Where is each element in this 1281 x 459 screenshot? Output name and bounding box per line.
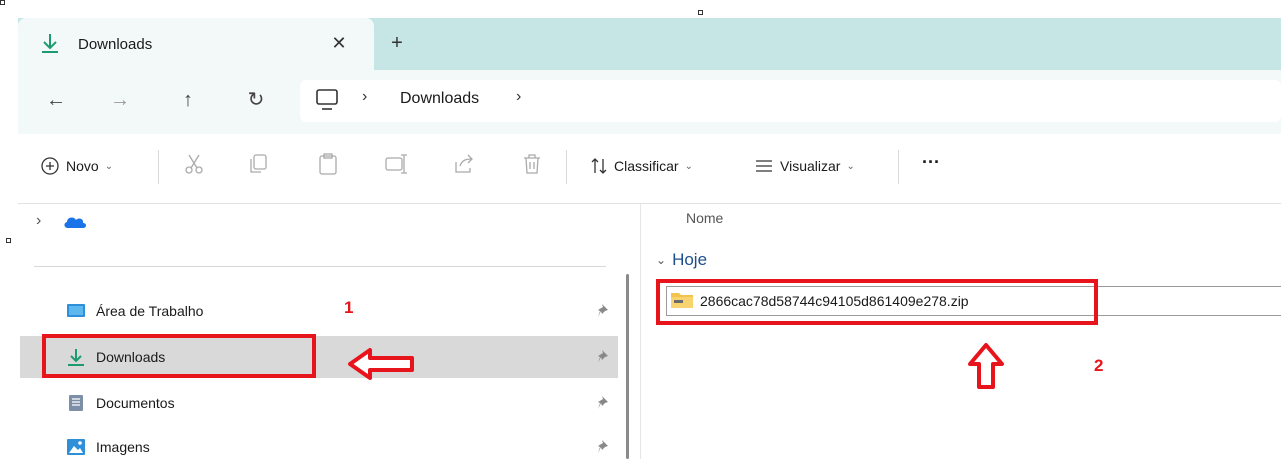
- sidebar-item-desktop[interactable]: Área de Trabalho: [20, 290, 618, 332]
- tab-label: Downloads: [78, 36, 153, 53]
- sidebar-item-label: Documentos: [96, 395, 175, 411]
- sidebar-item-pictures[interactable]: Imagens: [20, 426, 618, 459]
- delete-icon[interactable]: [520, 152, 544, 176]
- document-icon: [69, 395, 83, 411]
- sort-label: Classificar: [614, 158, 679, 174]
- sidebar-item-label: Área de Trabalho: [96, 303, 204, 319]
- selection-handle: [698, 10, 703, 15]
- share-icon[interactable]: [452, 152, 476, 176]
- desktop-icon: [67, 304, 85, 317]
- annotation-arrow-up-icon: [968, 343, 1004, 389]
- chevron-down-icon: ⌄: [104, 160, 114, 172]
- chevron-down-icon: ⌄: [684, 160, 693, 172]
- breadcrumb-downloads[interactable]: Downloads: [400, 90, 479, 108]
- back-button[interactable]: ←: [42, 86, 70, 114]
- view-list-icon: [756, 160, 772, 172]
- breadcrumb-separator[interactable]: ›: [516, 88, 521, 106]
- annotation-box-file: [656, 279, 1098, 325]
- chevron-down-icon: ⌄: [656, 253, 667, 267]
- sidebar-item-documents[interactable]: Documentos: [20, 382, 618, 424]
- more-icon: ···: [922, 152, 940, 172]
- close-tab-icon[interactable]: ✕: [326, 30, 352, 56]
- chevron-down-icon: ⌄: [846, 160, 855, 172]
- sort-button[interactable]: Classificar ⌄: [590, 156, 693, 176]
- onedrive-icon[interactable]: [62, 214, 88, 230]
- paste-icon[interactable]: [316, 152, 340, 176]
- download-icon: [42, 34, 58, 53]
- sidebar-scrollbar[interactable]: [626, 274, 629, 459]
- sidebar-item-label: Imagens: [96, 439, 150, 455]
- annotation-arrow-left-icon: [348, 348, 414, 380]
- cut-icon[interactable]: [182, 152, 206, 176]
- more-options-button[interactable]: ···: [922, 152, 940, 173]
- annotation-number-2: 2: [1094, 356, 1104, 375]
- breadcrumb-separator: ›: [362, 88, 368, 105]
- copy-icon[interactable]: [246, 152, 270, 176]
- rename-icon[interactable]: [384, 152, 408, 176]
- pictures-icon: [67, 439, 85, 455]
- toolbar-divider: [898, 150, 899, 184]
- pin-icon[interactable]: [596, 302, 612, 320]
- view-button[interactable]: Visualizar ⌄: [754, 156, 855, 176]
- pin-icon[interactable]: [596, 348, 612, 366]
- new-button[interactable]: Novo ⌄: [40, 156, 113, 176]
- column-header-name[interactable]: Nome: [686, 210, 723, 226]
- refresh-button[interactable]: ↻: [242, 86, 270, 114]
- pane-divider[interactable]: [640, 204, 641, 459]
- annotation-box-downloads: [42, 334, 316, 378]
- new-tab-button[interactable]: +: [384, 30, 410, 56]
- up-button[interactable]: ↑: [174, 86, 202, 114]
- sidebar-divider: [34, 266, 606, 267]
- view-label: Visualizar: [780, 158, 841, 174]
- plus-circle-icon: [41, 157, 59, 175]
- pin-icon[interactable]: [596, 394, 612, 412]
- pin-icon[interactable]: [596, 438, 612, 456]
- expand-chevron-icon[interactable]: ›: [36, 212, 41, 230]
- toolbar-divider: [566, 150, 567, 184]
- selection-handle: [0, 0, 5, 5]
- forward-button[interactable]: →: [106, 86, 134, 114]
- selection-handle: [6, 238, 11, 243]
- group-label: Hoje: [672, 250, 708, 269]
- new-label: Novo: [66, 158, 99, 174]
- sort-icon: [591, 158, 607, 174]
- tab-downloads[interactable]: Downloads ✕: [18, 18, 374, 70]
- annotation-number-1: 1: [344, 298, 354, 317]
- group-header-today[interactable]: ⌄ Hoje: [656, 250, 707, 270]
- toolbar-divider: [158, 150, 159, 184]
- computer-icon: [316, 89, 338, 110]
